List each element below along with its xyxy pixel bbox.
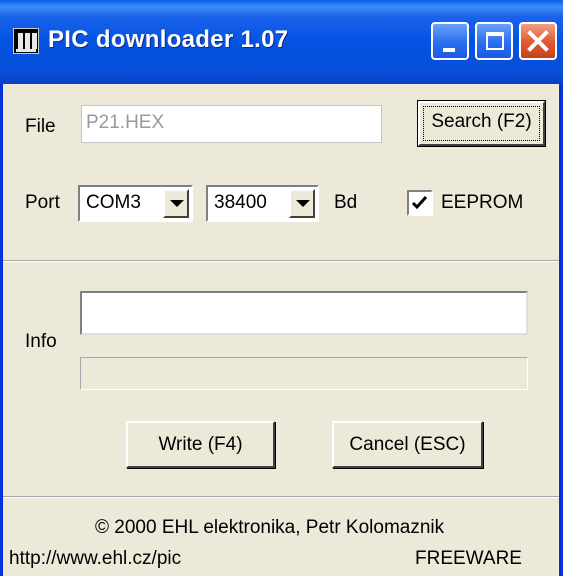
eeprom-label[interactable]: EEPROM: [441, 192, 523, 214]
divider: [3, 496, 559, 498]
baud-dropdown-button[interactable]: [289, 189, 315, 218]
chevron-down-icon: [296, 200, 310, 207]
window-title: PIC downloader 1.07: [48, 26, 289, 53]
info-field: [80, 291, 528, 335]
homepage-link[interactable]: http://www.ehl.cz/pic: [9, 548, 181, 570]
maximize-icon: [486, 32, 504, 50]
info-label: Info: [25, 331, 57, 352]
port-select-value: COM3: [86, 192, 141, 213]
file-input-value: P21.HEX: [86, 112, 165, 133]
port-dropdown-button[interactable]: [163, 189, 189, 218]
cancel-button[interactable]: Cancel (ESC): [332, 421, 483, 468]
write-button-label: Write (F4): [158, 434, 243, 455]
maximize-button[interactable]: [475, 22, 513, 60]
title-bar[interactable]: PIC downloader 1.07: [0, 0, 563, 84]
write-button[interactable]: Write (F4): [126, 421, 275, 468]
port-select[interactable]: COM3: [78, 185, 193, 222]
license-text: FREEWARE: [415, 548, 522, 569]
chip-icon[interactable]: [13, 28, 39, 54]
close-icon: [527, 30, 549, 52]
copyright-text: © 2000 EHL elektronika, Petr Kolomaznik: [95, 517, 445, 538]
baud-select-value: 38400: [214, 192, 267, 213]
close-button[interactable]: [519, 22, 557, 60]
cancel-button-label: Cancel (ESC): [349, 434, 466, 455]
baud-unit-label: Bd: [334, 192, 358, 213]
eeprom-checkbox[interactable]: [407, 190, 433, 216]
chevron-down-icon: [170, 200, 184, 207]
progress-bar: [80, 357, 528, 390]
minimize-button[interactable]: [431, 22, 469, 60]
minimize-icon: [443, 48, 455, 52]
port-label: Port: [25, 192, 60, 213]
baud-select[interactable]: 38400: [206, 185, 319, 222]
divider: [3, 260, 559, 262]
file-input[interactable]: P21.HEX: [81, 105, 382, 143]
file-label: File: [25, 116, 56, 137]
checkmark-icon: [411, 195, 428, 210]
main-window: PIC downloader 1.07 File P21.HEX Search …: [0, 0, 563, 576]
search-button[interactable]: Search (F2): [418, 101, 545, 146]
